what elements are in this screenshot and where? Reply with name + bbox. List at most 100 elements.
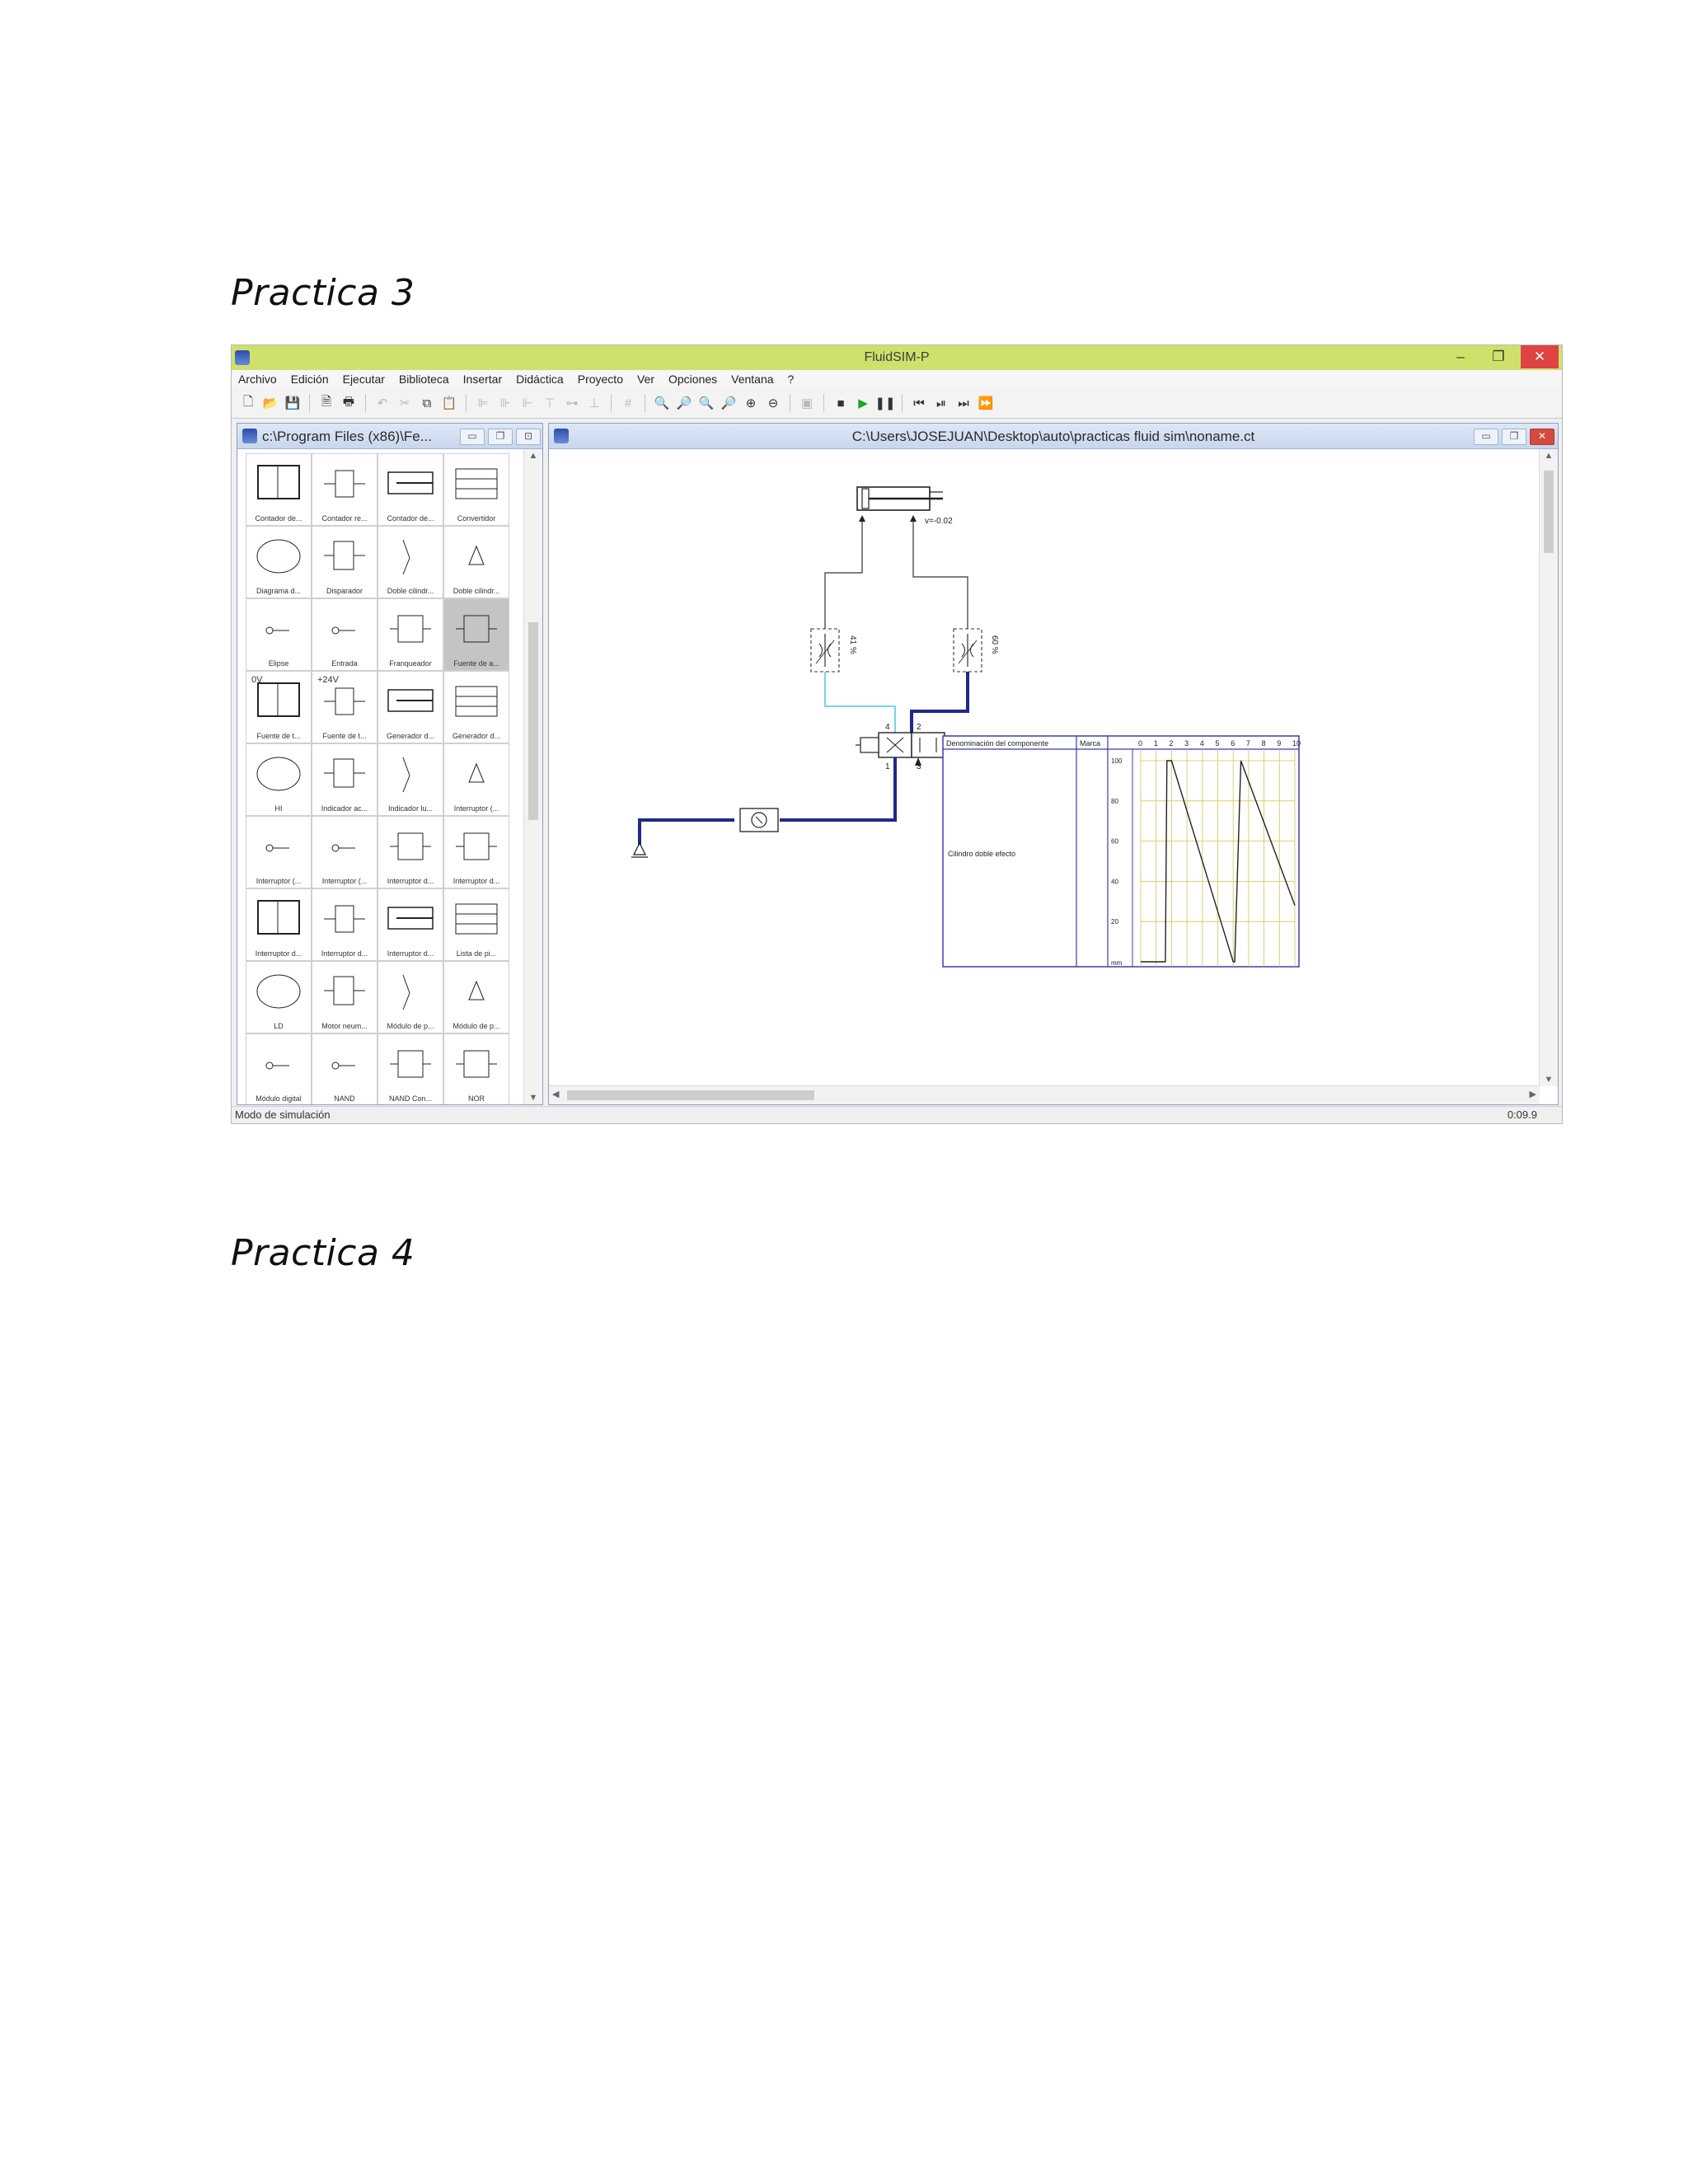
library-component[interactable]: Diagrama d... <box>246 526 312 598</box>
library-component[interactable]: Interruptor d... <box>377 888 443 961</box>
flow-control-valve-left[interactable] <box>810 628 840 673</box>
library-component[interactable]: Indicador lu... <box>377 743 443 816</box>
align-middle-icon[interactable]: ⊶ <box>564 395 580 411</box>
library-component[interactable]: Franqueador <box>377 598 443 671</box>
minimize-icon[interactable]: – <box>1442 345 1479 368</box>
library-component[interactable]: Indicador ac... <box>312 743 377 816</box>
zoom-last-icon[interactable]: 🔎 <box>720 395 737 411</box>
align-right-icon[interactable]: ⊩ <box>519 395 536 411</box>
step-forward-icon[interactable]: ⏭ <box>955 395 972 411</box>
library-minimize-icon[interactable]: ▭ <box>460 429 485 445</box>
circuit-canvas[interactable]: v=-0.02 41 % 60 % 4 2 1 3 Denominación d… <box>549 449 1530 1069</box>
reset-icon[interactable]: ⏮ <box>911 395 927 411</box>
menu-archivo[interactable]: Archivo <box>238 373 277 386</box>
scroll-left-icon[interactable]: ◀ <box>552 1089 559 1099</box>
menu-ejecutar[interactable]: Ejecutar <box>343 373 385 386</box>
library-component[interactable]: Generador d... <box>377 671 443 743</box>
undo-icon[interactable]: ↶ <box>374 395 391 411</box>
pause-icon[interactable]: ❚❚ <box>874 395 895 411</box>
library-vertical-scrollbar[interactable]: ▲ ▼ <box>523 449 542 1104</box>
zoom-actual-icon[interactable]: 🔍 <box>654 395 670 411</box>
library-component[interactable]: Fuente de t... +24V <box>312 671 377 743</box>
library-component[interactable]: HI <box>246 743 312 816</box>
library-component[interactable]: Módulo digital <box>246 1033 312 1104</box>
circuit-hscroll-thumb[interactable] <box>567 1090 814 1100</box>
zoom-fit-icon[interactable]: 🔎 <box>676 395 692 411</box>
menu-edicion[interactable]: Edición <box>291 373 329 386</box>
zoom-out-icon[interactable]: ⊖ <box>765 395 781 411</box>
library-component[interactable]: Contador de... <box>246 453 312 526</box>
open-folder-icon[interactable]: 📂 <box>262 395 279 411</box>
library-component[interactable]: NAND Con... <box>377 1033 443 1104</box>
flow-control-valve-right[interactable] <box>953 628 982 673</box>
play-icon[interactable]: ▶ <box>855 395 871 411</box>
library-maximize-icon[interactable]: ⊡ <box>516 429 541 445</box>
menu-help[interactable]: ? <box>788 373 795 386</box>
scroll-up-icon[interactable]: ▲ <box>524 451 542 461</box>
service-unit[interactable] <box>739 808 779 832</box>
zoom-window-icon[interactable]: 🔍 <box>698 395 715 411</box>
restore-icon[interactable]: ❐ <box>1479 345 1517 368</box>
scroll-down-icon[interactable]: ▼ <box>524 1093 542 1103</box>
menu-opciones[interactable]: Opciones <box>668 373 717 386</box>
library-component[interactable]: Contador re... <box>312 453 377 526</box>
library-component[interactable]: Doble cilindr... <box>377 526 443 598</box>
library-component[interactable]: Interruptor (... <box>246 816 312 888</box>
circuit-close-icon[interactable]: ✕ <box>1530 429 1554 445</box>
zoom-in-icon[interactable]: ⊕ <box>743 395 759 411</box>
menu-insertar[interactable]: Insertar <box>463 373 502 386</box>
library-component[interactable]: Interruptor d... <box>312 888 377 961</box>
paste-icon[interactable]: 📋 <box>441 395 457 411</box>
scroll-right-icon[interactable]: ▶ <box>1530 1089 1536 1099</box>
align-bottom-icon[interactable]: ⊥ <box>586 395 603 411</box>
copy-icon[interactable]: ⧉ <box>419 395 435 411</box>
scroll-down-icon[interactable]: ▼ <box>1540 1075 1558 1085</box>
circuit-vertical-scrollbar[interactable]: ▲ ▼ <box>1539 449 1558 1086</box>
close-icon[interactable]: ✕ <box>1521 345 1559 368</box>
menu-biblioteca[interactable]: Biblioteca <box>399 373 449 386</box>
library-component[interactable]: Fuente de a... <box>443 598 509 671</box>
save-icon[interactable]: 💾 <box>284 395 301 411</box>
print-icon[interactable]: 🖶 <box>340 395 357 411</box>
library-component[interactable]: Lista de pi... <box>443 888 509 961</box>
library-component[interactable]: Generador d... <box>443 671 509 743</box>
menu-ver[interactable]: Ver <box>637 373 654 386</box>
library-scroll-thumb[interactable] <box>528 622 538 820</box>
state-change-icon[interactable]: ⏩ <box>978 395 994 411</box>
library-component[interactable]: NAND <box>312 1033 377 1104</box>
check-drawing-icon[interactable]: ▣ <box>799 395 815 411</box>
library-component[interactable]: Doble cilindr... <box>443 526 509 598</box>
library-component[interactable]: Interruptor (... <box>312 816 377 888</box>
library-component[interactable]: Disparador <box>312 526 377 598</box>
circuit-minimize-icon[interactable]: ▭ <box>1474 429 1498 445</box>
align-left-icon[interactable]: ⊫ <box>475 395 491 411</box>
library-component[interactable]: Motor neum... <box>312 961 377 1033</box>
align-top-icon[interactable]: ⊤ <box>542 395 558 411</box>
library-component[interactable]: Elipse <box>246 598 312 671</box>
circuit-horizontal-scrollbar[interactable]: ◀ ▶ <box>549 1085 1540 1104</box>
circuit-vscroll-thumb[interactable] <box>1544 471 1554 553</box>
library-component[interactable]: Interruptor d... <box>246 888 312 961</box>
library-component[interactable]: Entrada <box>312 598 377 671</box>
library-component[interactable]: Interruptor (... <box>443 743 509 816</box>
library-component[interactable]: Interruptor d... <box>443 816 509 888</box>
library-component[interactable]: Fuente de t... 0V <box>246 671 312 743</box>
menu-didactica[interactable]: Didáctica <box>516 373 564 386</box>
stop-icon[interactable]: ■ <box>832 395 849 411</box>
library-restore-icon[interactable]: ❐ <box>488 429 513 445</box>
align-center-icon[interactable]: ⊪ <box>497 395 513 411</box>
library-component[interactable]: Contador de... <box>377 453 443 526</box>
print-preview-icon[interactable]: 🗎 <box>318 395 335 411</box>
cut-icon[interactable]: ✂ <box>396 395 413 411</box>
scroll-up-icon[interactable]: ▲ <box>1540 451 1558 461</box>
step-icon[interactable]: ⏯ <box>933 395 950 411</box>
menu-proyecto[interactable]: Proyecto <box>578 373 623 386</box>
circuit-restore-icon[interactable]: ❐ <box>1502 429 1526 445</box>
grid-icon[interactable]: # <box>620 395 636 411</box>
library-component[interactable]: Módulo de p... <box>377 961 443 1033</box>
library-component[interactable]: Convertidor <box>443 453 509 526</box>
library-component[interactable]: Interruptor d... <box>377 816 443 888</box>
library-component[interactable]: NOR <box>443 1033 509 1104</box>
library-component[interactable]: LD <box>246 961 312 1033</box>
compressed-air-source[interactable] <box>631 841 648 858</box>
